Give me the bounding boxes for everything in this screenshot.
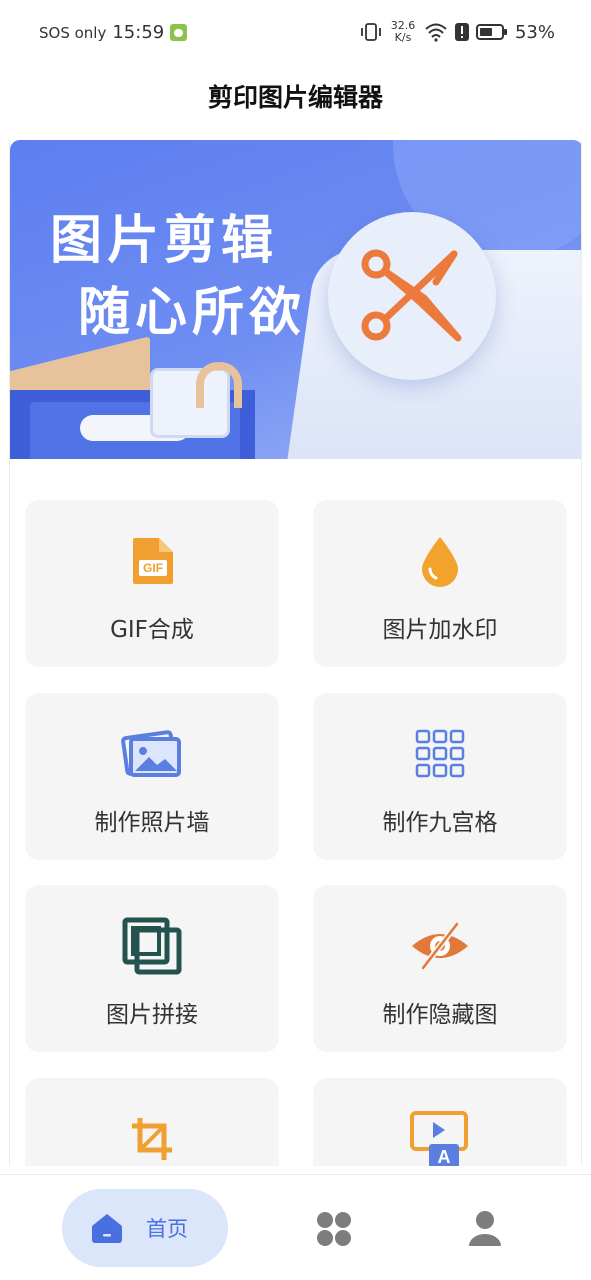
feature-photo-wall[interactable]: 制作照片墙 [25, 693, 279, 860]
content-scroll-area[interactable]: 图片剪辑 随心所欲 GIF GIF合成 图片加水印 制作照片墙 制作九宫格 图片… [9, 140, 582, 1166]
sos-indicator: SOS only [39, 23, 107, 42]
feature-label: 制作照片墙 [94, 810, 210, 836]
hidden-eye-icon [412, 921, 468, 971]
feature-label: GIF合成 [110, 617, 194, 643]
image-text-icon: A [410, 1111, 468, 1166]
banner-subheadline: 随心所欲 [78, 283, 307, 343]
feature-label: 图片加水印 [382, 617, 498, 643]
nav-apps[interactable] [316, 1211, 352, 1251]
water-drop-icon [422, 537, 458, 587]
stitch-icon [122, 917, 182, 975]
feature-crop[interactable] [25, 1078, 279, 1166]
banner-headline: 图片剪辑 [50, 211, 279, 271]
battery-percent: 53% [514, 21, 555, 43]
gif-file-icon: GIF [133, 538, 173, 584]
status-bar: SOS only 15:59 32.6 K/s 53% [0, 0, 591, 66]
feature-watermark[interactable]: 图片加水印 [313, 500, 567, 667]
status-left: SOS only 15:59 [39, 22, 188, 43]
network-speed-unit: K/s [394, 31, 412, 44]
notification-app-icon [170, 24, 188, 41]
feature-label: 制作隐藏图 [382, 1002, 498, 1028]
network-speed: 32.6 K/s [389, 20, 417, 44]
photo-wall-icon [121, 730, 181, 777]
status-right: 32.6 K/s 53% [360, 20, 555, 44]
banner-card-strap [196, 362, 242, 408]
alert-icon [454, 23, 469, 41]
nav-home-label: 首页 [146, 1217, 188, 1241]
svg-text:A: A [438, 1147, 451, 1166]
banner-scissors-badge [328, 212, 496, 380]
profile-icon [469, 1211, 501, 1246]
svg-text:GIF: GIF [143, 561, 163, 575]
apps-icon [317, 1212, 351, 1246]
feature-gif-compose[interactable]: GIF GIF合成 [25, 500, 279, 667]
feature-stitch[interactable]: 图片拼接 [25, 885, 279, 1052]
feature-nine-grid[interactable]: 制作九宫格 [313, 693, 567, 860]
scissors-icon [361, 249, 462, 342]
feature-label: 制作九宫格 [382, 810, 498, 836]
feature-hidden-image[interactable]: 制作隐藏图 [313, 885, 567, 1052]
nav-profile[interactable] [467, 1210, 503, 1252]
nav-home[interactable]: 首页 [62, 1189, 228, 1267]
home-icon [92, 1214, 122, 1243]
page-title: 剪印图片编辑器 [207, 83, 383, 112]
feature-image-text[interactable]: A [313, 1078, 567, 1166]
crop-icon [132, 1118, 172, 1160]
vibrate-icon [361, 23, 381, 41]
nine-grid-icon [415, 729, 465, 778]
clock: 15:59 [112, 22, 165, 43]
wifi-icon [425, 23, 447, 42]
bottom-navigation: 首页 [0, 1174, 591, 1280]
feature-label: 图片拼接 [106, 1002, 198, 1028]
promo-banner[interactable]: 图片剪辑 随心所欲 [10, 140, 581, 459]
battery-icon [475, 24, 507, 40]
